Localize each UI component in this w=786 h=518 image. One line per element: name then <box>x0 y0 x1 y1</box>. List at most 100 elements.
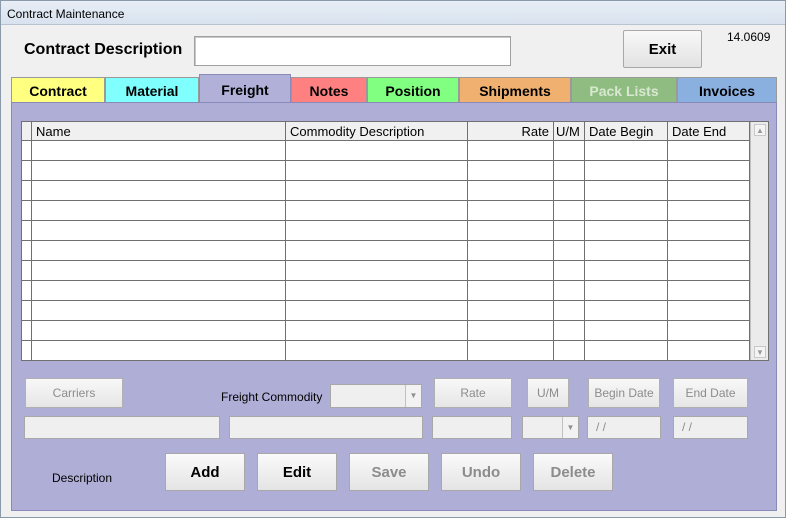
row-selector[interactable] <box>22 141 32 160</box>
tab-notes[interactable]: Notes <box>291 77 367 103</box>
edit-button[interactable]: Edit <box>257 453 337 491</box>
table-row[interactable] <box>22 341 750 360</box>
um-button[interactable]: U/M <box>527 378 569 408</box>
cell-um[interactable] <box>554 221 585 240</box>
cell-name[interactable] <box>32 181 286 200</box>
um-select[interactable]: ▼ <box>522 416 579 439</box>
cell-date-end[interactable] <box>668 141 750 160</box>
cell-date-begin[interactable] <box>585 301 668 320</box>
add-button[interactable]: Add <box>165 453 245 491</box>
table-row[interactable] <box>22 221 750 241</box>
cell-date-end[interactable] <box>668 261 750 280</box>
cell-rate[interactable] <box>468 201 554 220</box>
cell-rate[interactable] <box>468 241 554 260</box>
cell-rate[interactable] <box>468 181 554 200</box>
carrier-name-field[interactable] <box>24 416 220 439</box>
cell-date-begin[interactable] <box>585 321 668 340</box>
cell-name[interactable] <box>32 261 286 280</box>
cell-name[interactable] <box>32 201 286 220</box>
cell-date-begin[interactable] <box>585 221 668 240</box>
tab-shipments[interactable]: Shipments <box>459 77 571 103</box>
cell-commodity-description[interactable] <box>286 141 468 160</box>
row-selector[interactable] <box>22 261 32 280</box>
end-date-field[interactable]: / / <box>673 416 748 439</box>
cell-name[interactable] <box>32 341 286 360</box>
cell-date-end[interactable] <box>668 341 750 360</box>
tab-freight[interactable]: Freight <box>199 74 291 104</box>
row-selector[interactable] <box>22 201 32 220</box>
cell-date-begin[interactable] <box>585 341 668 360</box>
cell-commodity-description[interactable] <box>286 341 468 360</box>
freight-grid[interactable]: Name Commodity Description Rate U/M Date… <box>21 121 769 361</box>
cell-um[interactable] <box>554 241 585 260</box>
cell-date-begin[interactable] <box>585 281 668 300</box>
cell-name[interactable] <box>32 161 286 180</box>
cell-date-begin[interactable] <box>585 181 668 200</box>
cell-date-begin[interactable] <box>585 201 668 220</box>
row-selector[interactable] <box>22 221 32 240</box>
cell-date-end[interactable] <box>668 161 750 180</box>
cell-um[interactable] <box>554 261 585 280</box>
table-row[interactable] <box>22 201 750 221</box>
row-selector[interactable] <box>22 341 32 360</box>
column-header-name[interactable]: Name <box>32 122 286 141</box>
cell-um[interactable] <box>554 341 585 360</box>
table-row[interactable] <box>22 181 750 201</box>
cell-um[interactable] <box>554 181 585 200</box>
row-selector[interactable] <box>22 161 32 180</box>
cell-um[interactable] <box>554 141 585 160</box>
cell-date-begin[interactable] <box>585 161 668 180</box>
tab-material[interactable]: Material <box>105 77 199 103</box>
cell-rate[interactable] <box>468 281 554 300</box>
table-row[interactable] <box>22 141 750 161</box>
cell-commodity-description[interactable] <box>286 261 468 280</box>
scroll-up-icon[interactable]: ▲ <box>754 124 766 136</box>
cell-commodity-description[interactable] <box>286 301 468 320</box>
begin-date-button[interactable]: Begin Date <box>588 378 660 408</box>
cell-rate[interactable] <box>468 161 554 180</box>
cell-date-end[interactable] <box>668 221 750 240</box>
cell-rate[interactable] <box>468 221 554 240</box>
tab-contract[interactable]: Contract <box>11 77 105 103</box>
cell-date-begin[interactable] <box>585 241 668 260</box>
delete-button[interactable]: Delete <box>533 453 613 491</box>
table-row[interactable] <box>22 241 750 261</box>
cell-rate[interactable] <box>468 261 554 280</box>
tab-pack-lists[interactable]: Pack Lists <box>571 77 677 103</box>
table-row[interactable] <box>22 281 750 301</box>
scroll-down-icon[interactable]: ▼ <box>754 346 766 358</box>
tab-position[interactable]: Position <box>367 77 459 103</box>
table-row[interactable] <box>22 261 750 281</box>
begin-date-field[interactable]: / / <box>587 416 661 439</box>
cell-commodity-description[interactable] <box>286 321 468 340</box>
column-header-um[interactable]: U/M <box>554 122 585 141</box>
cell-um[interactable] <box>554 281 585 300</box>
chevron-down-icon[interactable]: ▼ <box>405 385 421 407</box>
tab-invoices[interactable]: Invoices <box>677 77 777 103</box>
cell-date-end[interactable] <box>668 321 750 340</box>
column-header-rate[interactable]: Rate <box>468 122 554 141</box>
undo-button[interactable]: Undo <box>441 453 521 491</box>
cell-rate[interactable] <box>468 141 554 160</box>
row-selector[interactable] <box>22 321 32 340</box>
cell-name[interactable] <box>32 221 286 240</box>
cell-rate[interactable] <box>468 341 554 360</box>
rate-button[interactable]: Rate <box>434 378 512 408</box>
cell-name[interactable] <box>32 281 286 300</box>
cell-date-begin[interactable] <box>585 141 668 160</box>
table-row[interactable] <box>22 301 750 321</box>
cell-um[interactable] <box>554 201 585 220</box>
column-header-date-begin[interactable]: Date Begin <box>585 122 668 141</box>
row-selector[interactable] <box>22 241 32 260</box>
end-date-button[interactable]: End Date <box>673 378 748 408</box>
cell-date-end[interactable] <box>668 201 750 220</box>
cell-date-end[interactable] <box>668 241 750 260</box>
cell-um[interactable] <box>554 301 585 320</box>
contract-description-input[interactable] <box>194 36 511 66</box>
cell-name[interactable] <box>32 301 286 320</box>
save-button[interactable]: Save <box>349 453 429 491</box>
grid-vertical-scrollbar[interactable]: ▲ ▼ <box>750 122 768 360</box>
rate-field[interactable] <box>432 416 512 439</box>
cell-date-end[interactable] <box>668 301 750 320</box>
cell-um[interactable] <box>554 161 585 180</box>
